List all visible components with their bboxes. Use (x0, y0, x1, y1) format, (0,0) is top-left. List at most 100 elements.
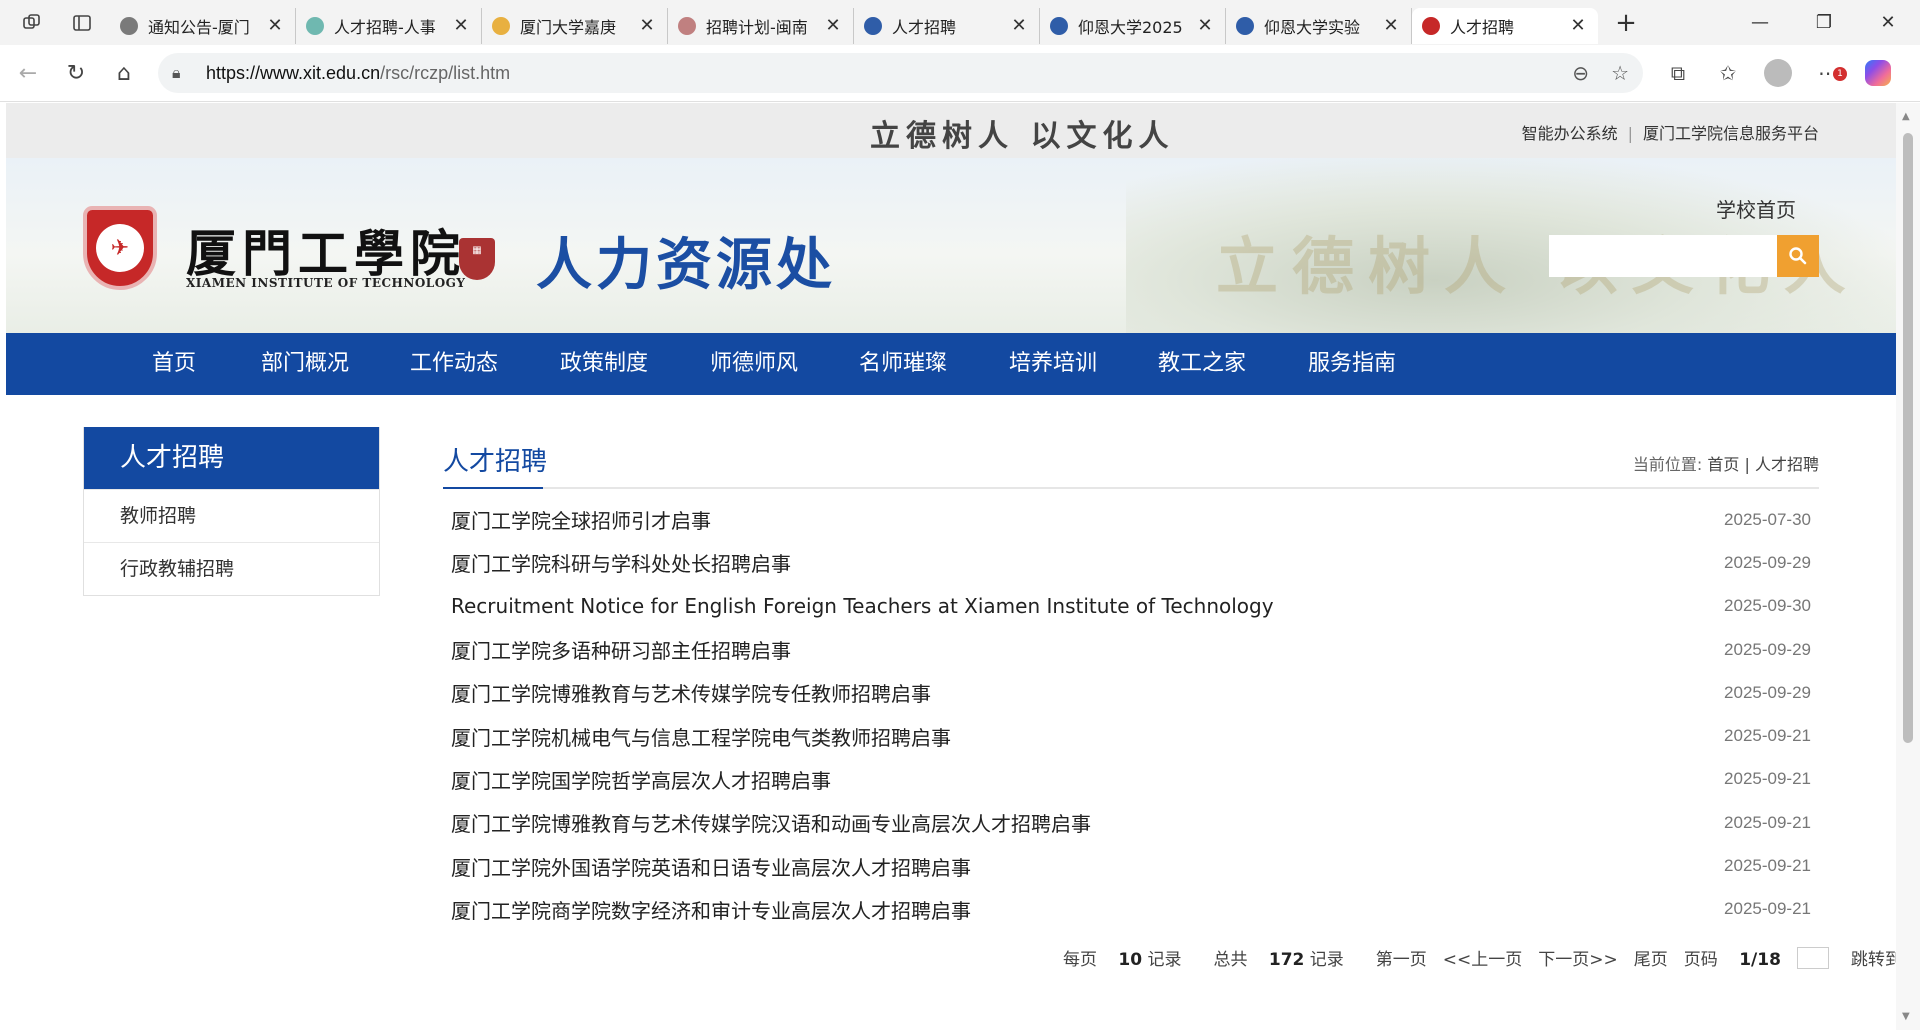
last-page-link[interactable]: 尾页 (1634, 945, 1668, 970)
list-item[interactable]: 厦门工学院机械电气与信息工程学院电气类教师招聘启事 2025-09-21 (443, 714, 1819, 757)
sidebar-item-admin[interactable]: 行政教辅招聘 (84, 542, 379, 595)
prev-page-link[interactable]: <<上一页 (1443, 945, 1523, 970)
tab-favicon-icon (492, 16, 510, 35)
nav-item[interactable]: 首页 (152, 333, 196, 395)
scroll-down-icon[interactable]: ▼ (1902, 1011, 1910, 1022)
list-item-date: 2025-09-29 (1724, 552, 1811, 572)
total-prefix: 总共 (1213, 950, 1248, 970)
page-jump-input[interactable] (1796, 946, 1829, 969)
minimize-icon[interactable]: — (1728, 12, 1792, 33)
nav-item[interactable]: 政策制度 (560, 333, 648, 395)
more-menu-icon[interactable]: ⋯ 1 (1803, 61, 1853, 85)
jump-button[interactable]: 跳转到 (1851, 945, 1896, 970)
extensions-icon[interactable]: ⧉ (1653, 61, 1703, 85)
list-item[interactable]: 厦门工学院科研与学科处处长招聘启事 2025-09-29 (443, 541, 1819, 584)
tab-label: 人才招聘 (1450, 17, 1515, 37)
list-item-title[interactable]: 厦门工学院国学院哲学高层次人才招聘启事 (451, 765, 1724, 794)
nav-item[interactable]: 培养培训 (1009, 333, 1097, 395)
profile-button[interactable] (1753, 59, 1803, 87)
search-icon (1789, 247, 1807, 265)
list-item-title[interactable]: 厦门工学院科研与学科处处长招聘启事 (451, 548, 1724, 577)
nav-item[interactable]: 教工之家 (1158, 333, 1246, 395)
list-item[interactable]: 厦门工学院多语种研习部主任招聘启事 2025-09-29 (443, 628, 1819, 671)
tab-close-icon[interactable]: ✕ (823, 15, 843, 36)
home-icon[interactable]: ⌂ (100, 53, 148, 93)
list-item[interactable]: 厦门工学院国学院哲学高层次人才招聘启事 2025-09-21 (443, 758, 1819, 801)
url-field[interactable]: 🔒︎ https://www.xit.edu.cn/rsc/rczp/list.… (158, 53, 1643, 93)
tab-close-icon[interactable]: ✕ (1381, 15, 1401, 36)
page-viewport: 立德树人 以文化人 智能办公系统 | 厦门工学院信息服务平台 立德树人 以文化人 ✈… (6, 103, 1896, 1030)
search-button[interactable] (1777, 235, 1819, 277)
browser-tab[interactable]: 招聘计划-闽南 ✕ (668, 7, 854, 44)
scrollbar[interactable]: ▲ ▼ (1896, 103, 1920, 1030)
list-item-title[interactable]: 厦门工学院全球招师引才启事 (451, 505, 1724, 534)
tab-close-icon[interactable]: ✕ (451, 15, 471, 36)
nav-item[interactable]: 服务指南 (1308, 333, 1396, 395)
tab-close-icon[interactable]: ✕ (1568, 15, 1588, 36)
browser-tab[interactable]: 人才招聘-人事 ✕ (296, 7, 482, 44)
list-item-title[interactable]: 厦门工学院商学院数字经济和审计专业高层次人才招聘启事 (451, 895, 1724, 924)
back-icon[interactable]: ← (4, 53, 52, 93)
partner-logo: ▦ (459, 238, 495, 280)
nav-item[interactable]: 部门概况 (261, 333, 349, 395)
office-system-link[interactable]: 智能办公系统 (1522, 124, 1618, 143)
list-item-date: 2025-07-30 (1724, 509, 1811, 529)
browser-tab[interactable]: 厦门大学嘉庚 ✕ (482, 7, 668, 44)
browser-tab[interactable]: 仰恩大学2025 ✕ (1040, 7, 1226, 44)
list-item[interactable]: 厦门工学院商学院数字经济和审计专业高层次人才招聘启事 2025-09-21 (443, 888, 1819, 931)
browser-tab[interactable]: 通知公告-厦门 ✕ (110, 7, 296, 44)
restore-icon[interactable]: ❐ (1792, 12, 1856, 33)
scroll-thumb[interactable] (1903, 133, 1913, 743)
tab-label: 仰恩大学2025 (1078, 17, 1183, 37)
list-item[interactable]: 厦门工学院博雅教育与艺术传媒学院汉语和动画专业高层次人才招聘启事 2025-09-… (443, 801, 1819, 844)
sidebar-item-teacher[interactable]: 教师招聘 (84, 489, 379, 542)
next-page-link[interactable]: 下一页>> (1538, 945, 1618, 970)
list-item-title[interactable]: 厦门工学院博雅教育与艺术传媒学院汉语和动画专业高层次人才招聘启事 (451, 808, 1724, 837)
list-item[interactable]: 厦门工学院外国语学院英语和日语专业高层次人才招聘启事 2025-09-21 (443, 844, 1819, 887)
list-item[interactable]: 厦门工学院全球招师引才启事 2025-07-30 (443, 498, 1819, 541)
school-home-link[interactable]: 学校首页 (1716, 194, 1796, 223)
list-item-title[interactable]: 厦门工学院外国语学院英语和日语专业高层次人才招聘启事 (451, 852, 1724, 881)
nav-item[interactable]: 名师璀璨 (859, 333, 947, 395)
tab-close-icon[interactable]: ✕ (265, 15, 285, 36)
browser-tab[interactable]: 仰恩大学实验 ✕ (1226, 7, 1412, 44)
close-window-icon[interactable]: ✕ (1856, 12, 1920, 33)
sidebar-heading[interactable]: 人才招聘 (84, 427, 379, 489)
scroll-up-icon[interactable]: ▲ (1902, 111, 1910, 122)
list-item-title[interactable]: 厦门工学院多语种研习部主任招聘启事 (451, 635, 1724, 664)
tab-close-icon[interactable]: ✕ (1009, 15, 1029, 36)
list-item[interactable]: 厦门工学院博雅教育与艺术传媒学院专任教师招聘启事 2025-09-29 (443, 671, 1819, 714)
total-suffix: 记录 (1309, 950, 1344, 970)
lock-icon[interactable]: 🔒︎ (172, 63, 194, 83)
list-item-title[interactable]: Recruitment Notice for English Foreign T… (451, 594, 1724, 618)
favorites-icon[interactable]: ✩ (1703, 61, 1753, 85)
tab-close-icon[interactable]: ✕ (1195, 15, 1215, 36)
search-input[interactable] (1549, 235, 1777, 277)
new-tab-button[interactable]: + (1606, 8, 1646, 38)
tab-actions-icon[interactable] (64, 5, 100, 41)
per-page-count: 10 (1118, 950, 1143, 970)
school-logo[interactable]: ✈ (83, 206, 157, 290)
list-item-title[interactable]: 厦门工学院博雅教育与艺术传媒学院专任教师招聘启事 (451, 678, 1724, 707)
breadcrumb-home[interactable]: 首页 (1707, 455, 1739, 474)
tab-close-icon[interactable]: ✕ (637, 15, 657, 36)
top-strip: 立德树人 以文化人 智能办公系统 | 厦门工学院信息服务平台 (6, 103, 1896, 158)
nav-item[interactable]: 师德师风 (710, 333, 798, 395)
zoom-icon[interactable]: ⊖ (1572, 61, 1589, 85)
first-page-link[interactable]: 第一页 (1376, 945, 1427, 970)
content-title: 人才招聘 (443, 447, 548, 477)
nav-item[interactable]: 工作动态 (410, 333, 498, 395)
list-item-title[interactable]: 厦门工学院机械电气与信息工程学院电气类教师招聘启事 (451, 722, 1724, 751)
breadcrumb-current[interactable]: 人才招聘 (1755, 455, 1819, 474)
workspaces-icon[interactable] (14, 5, 50, 41)
tab-label: 通知公告-厦门 (148, 17, 250, 37)
copilot-icon[interactable] (1853, 60, 1903, 86)
info-platform-link[interactable]: 厦门工学院信息服务平台 (1643, 124, 1819, 143)
breadcrumb-prefix: 当前位置: (1632, 455, 1703, 474)
browser-tab[interactable]: 人才招聘 ✕ (854, 7, 1040, 44)
browser-tab[interactable]: 人才招聘 ✕ (1412, 7, 1598, 44)
reload-icon[interactable]: ↻ (52, 53, 100, 93)
list-item[interactable]: Recruitment Notice for English Foreign T… (443, 585, 1819, 628)
favorite-star-icon[interactable]: ☆ (1611, 61, 1629, 85)
list-item-date: 2025-09-30 (1724, 596, 1811, 616)
